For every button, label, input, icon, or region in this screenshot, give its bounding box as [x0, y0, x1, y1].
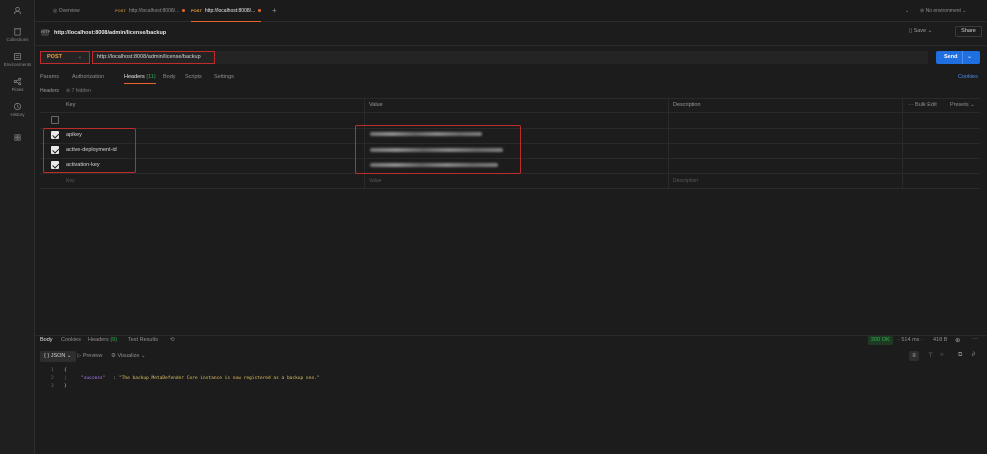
- cookies-link[interactable]: Cookies: [958, 74, 978, 80]
- response-size: 418 B: [933, 337, 948, 343]
- response-tab-headers[interactable]: Headers (9): [88, 337, 117, 343]
- column-divider: [902, 98, 903, 188]
- presets-dropdown[interactable]: Presets ⌄: [950, 102, 975, 108]
- format-select[interactable]: { } JSON ⌄: [40, 351, 76, 362]
- new-tab-button[interactable]: +: [272, 0, 277, 22]
- share-button[interactable]: Share: [955, 26, 982, 37]
- link-icon[interactable]: ∂: [972, 352, 975, 358]
- new-description-placeholder[interactable]: Description: [673, 178, 698, 184]
- search-icon[interactable]: ○: [940, 352, 944, 358]
- select-all-checkbox[interactable]: [51, 116, 59, 124]
- response-tab-body[interactable]: Body: [40, 337, 53, 343]
- table-divider: [40, 98, 980, 99]
- json-value: "The backup MetaDefender Core instance i…: [119, 376, 320, 381]
- unsaved-dot: [182, 9, 186, 13]
- send-options-chevron-icon[interactable]: ⌄: [967, 53, 972, 60]
- highlight-box-keys: [43, 128, 136, 173]
- more-icon[interactable]: ···: [972, 336, 978, 342]
- sidebar-item-label: Flows: [11, 87, 24, 92]
- sidebar: Collections Environments Flows History: [0, 0, 35, 454]
- globe-icon[interactable]: ⊕: [955, 336, 960, 344]
- url-input[interactable]: http://localhost:8008/admin/license/back…: [92, 51, 215, 64]
- new-key-placeholder[interactable]: Key: [66, 178, 75, 184]
- tab-authorization[interactable]: Authorization: [72, 74, 104, 80]
- grid-icon[interactable]: [0, 133, 35, 143]
- indent-guide: |: [64, 376, 67, 381]
- wrap-lines-icon[interactable]: ≡: [909, 351, 919, 361]
- status-badge: 200 OK: [868, 336, 893, 345]
- send-button[interactable]: Send: [936, 51, 980, 64]
- tab-scripts[interactable]: Scripts: [185, 74, 202, 80]
- sidebar-item-label: Environments: [3, 62, 32, 67]
- column-divider: [668, 98, 669, 188]
- json-close-brace: }: [64, 384, 67, 389]
- line-number: 2: [51, 376, 54, 381]
- send-divider: [962, 51, 963, 64]
- unsaved-dot: [258, 9, 262, 13]
- table-divider: [40, 188, 980, 189]
- tab-params[interactable]: Params: [40, 74, 59, 80]
- hidden-headers-toggle[interactable]: ⊘ 7 hidden: [66, 88, 91, 94]
- response-tabbar: [35, 335, 987, 348]
- json-key: "success": [81, 376, 106, 381]
- visualize-button[interactable]: ⚙ Visualize ⌄: [111, 353, 146, 359]
- method-select[interactable]: POST ⌄: [40, 51, 90, 64]
- url-input-area[interactable]: [215, 51, 928, 64]
- filter-icon[interactable]: ⊤: [928, 352, 933, 359]
- json-open-brace: {: [64, 368, 67, 373]
- highlight-box-values: [355, 125, 521, 174]
- tab-overview[interactable]: ◎ Overview: [53, 0, 80, 22]
- response-tab-tests[interactable]: Test Results: [128, 337, 158, 343]
- sidebar-item-environments[interactable]: Environments: [0, 52, 35, 67]
- request-title: http://localhost:8008/admin/license/back…: [54, 30, 167, 36]
- copy-icon[interactable]: ⧉: [958, 352, 962, 359]
- history-icon[interactable]: ⟲: [170, 337, 175, 343]
- column-header-value: Value: [369, 102, 383, 108]
- line-number: 1: [51, 368, 54, 373]
- line-number: 3: [51, 384, 54, 389]
- column-header-description: Description: [673, 102, 701, 108]
- environment-select[interactable]: ⊘ No environment ⌄: [920, 0, 966, 22]
- sidebar-item-flows[interactable]: Flows: [0, 77, 35, 92]
- user-icon[interactable]: [0, 6, 35, 16]
- json-colon: :: [113, 376, 116, 381]
- environment-icon: [13, 52, 22, 61]
- response-time: · 514 ms ·: [898, 337, 923, 343]
- new-value-placeholder[interactable]: Value: [369, 178, 381, 184]
- tab-request-2[interactable]: POST http://localhost:8008/...: [191, 0, 262, 22]
- http-icon: HTTP: [41, 29, 51, 36]
- sidebar-item-collections[interactable]: Collections: [0, 27, 35, 42]
- request-header: HTTP http://localhost:8008/admin/license…: [35, 22, 987, 46]
- tab-body[interactable]: Body: [163, 74, 176, 80]
- collections-icon: [13, 28, 22, 36]
- tab-list-chevron[interactable]: ⌄: [905, 0, 909, 22]
- sidebar-item-label: Collections: [6, 37, 29, 42]
- save-button[interactable]: ▯ Save ⌄: [909, 28, 932, 34]
- bulk-edit-button[interactable]: ··· Bulk Edit: [908, 102, 937, 108]
- chevron-down-icon: ⌄: [77, 54, 83, 60]
- tab-request-1[interactable]: POST http://localhost:8008/...: [115, 0, 186, 22]
- headers-label: Headers: [40, 88, 59, 94]
- column-header-key: Key: [66, 102, 76, 108]
- tab-bar: ◎ Overview POST http://localhost:8008/...…: [35, 0, 987, 22]
- tab-settings[interactable]: Settings: [214, 74, 234, 80]
- history-icon: [13, 102, 22, 111]
- table-divider: [40, 112, 980, 113]
- preview-button[interactable]: ▷ Preview: [77, 353, 102, 359]
- sidebar-item-label: History: [10, 112, 25, 117]
- tab-headers[interactable]: Headers (11): [124, 74, 156, 84]
- sidebar-item-history[interactable]: History: [0, 102, 35, 117]
- response-tab-cookies[interactable]: Cookies: [61, 337, 81, 343]
- flows-icon: [13, 77, 22, 86]
